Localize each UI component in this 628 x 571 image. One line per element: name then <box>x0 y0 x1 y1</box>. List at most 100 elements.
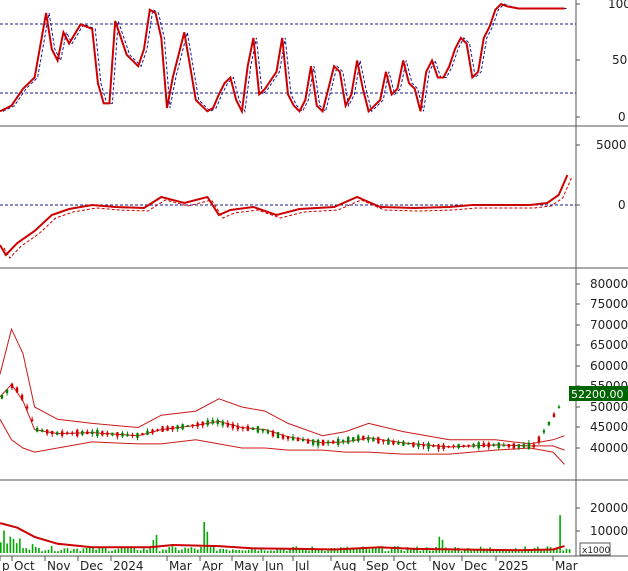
volume-bar <box>34 546 37 553</box>
momentum-tick-label: 5000 <box>596 138 627 152</box>
volume-bar <box>15 543 18 553</box>
candle-body <box>387 439 390 445</box>
price-tick-label: 40000 <box>590 441 628 455</box>
volume-bar <box>31 544 34 553</box>
volume-bar <box>12 538 15 553</box>
volume-bar <box>181 549 183 553</box>
volume-bar <box>244 550 247 553</box>
candle-body <box>552 413 556 417</box>
momentum-tick-label: 0 <box>618 198 626 212</box>
volume-bar <box>69 550 72 553</box>
candle-body <box>467 444 470 447</box>
volume-bar <box>123 548 126 553</box>
volume-bar <box>38 547 40 553</box>
volume-bar <box>266 550 269 553</box>
volume-bar <box>460 551 463 553</box>
candle-body <box>281 434 285 439</box>
candle-body <box>477 442 480 449</box>
volume-bar <box>136 550 139 553</box>
price-tick-label: 45000 <box>590 420 628 434</box>
candle-body <box>492 444 495 447</box>
volume-bar <box>85 547 88 553</box>
candle-body <box>201 421 204 426</box>
volume-bar <box>66 548 69 553</box>
oscillator-tick-label: 50 <box>612 53 627 67</box>
candle-body <box>121 432 124 437</box>
candle-body <box>342 439 345 443</box>
candle-body <box>266 430 270 434</box>
candle-body <box>487 442 490 448</box>
candle-body <box>50 430 54 435</box>
volume-bar <box>88 547 91 553</box>
candle-body <box>106 432 109 435</box>
candle-body <box>151 429 154 434</box>
volume-bar <box>238 550 240 553</box>
volume-bar <box>117 548 120 553</box>
volume-bar <box>470 550 472 553</box>
candle-body <box>296 437 300 442</box>
volume-bar <box>79 551 82 553</box>
price-tick-label: 50000 <box>590 400 628 414</box>
candle-body <box>241 427 245 429</box>
candle-body <box>362 435 365 441</box>
volume-bar <box>171 546 174 553</box>
volume-bar <box>270 550 272 553</box>
volume-bar <box>327 550 329 553</box>
volume-bar <box>22 548 24 553</box>
volume-bar <box>257 550 259 553</box>
candle-body <box>61 431 64 436</box>
candle-body <box>452 445 455 448</box>
candle-body <box>412 442 415 447</box>
volume-bar <box>0 542 2 553</box>
volume-bar <box>463 550 466 553</box>
candle-body <box>45 429 49 434</box>
volume-bar <box>225 549 228 553</box>
volume-bar <box>28 549 31 553</box>
candle-body <box>0 394 4 399</box>
candle-body <box>111 432 114 436</box>
candle-body <box>372 437 375 442</box>
candle-body <box>321 439 325 446</box>
candle-body <box>422 444 425 447</box>
candle-body <box>246 426 250 431</box>
price-tick-label: 80000 <box>590 277 628 291</box>
volume-bar <box>308 550 310 553</box>
x-axis-label: May <box>234 559 259 571</box>
candle-body <box>251 427 255 431</box>
volume-bar <box>432 550 434 553</box>
volume-bar <box>263 550 266 553</box>
x-axis-label: Mar <box>169 559 192 571</box>
candle-body <box>286 436 290 440</box>
candle-body <box>211 420 214 424</box>
candle-body <box>547 421 551 425</box>
volume-bar <box>219 548 221 553</box>
candle-body <box>66 432 69 435</box>
price-tick-label: 65000 <box>590 338 628 352</box>
volume-bar <box>368 549 371 553</box>
last-price-label: 52200.00 <box>571 388 624 401</box>
volume-bar <box>203 521 205 553</box>
candle-body <box>392 440 395 445</box>
volume-bar <box>177 550 180 553</box>
volume-bar <box>50 546 53 553</box>
volume-bar <box>387 550 390 553</box>
volume-bar <box>165 549 167 553</box>
candle-body <box>497 442 500 449</box>
volume-bar <box>143 547 145 553</box>
volume-bar <box>190 547 193 553</box>
volume-bar <box>187 548 190 553</box>
volume-bar <box>254 549 256 553</box>
x-axis-label: Dec <box>80 559 103 571</box>
candle-body <box>10 383 14 388</box>
candle-body <box>447 445 450 448</box>
candle-body <box>517 444 521 448</box>
volume-bar <box>168 546 171 553</box>
volume-bar <box>25 548 28 553</box>
candle-body <box>131 434 134 437</box>
volume-bar <box>155 534 158 553</box>
candle-body <box>226 422 230 427</box>
candle-body <box>527 442 531 450</box>
volume-bar <box>19 538 21 553</box>
candle-body <box>377 437 380 444</box>
volume-bar <box>419 550 422 553</box>
